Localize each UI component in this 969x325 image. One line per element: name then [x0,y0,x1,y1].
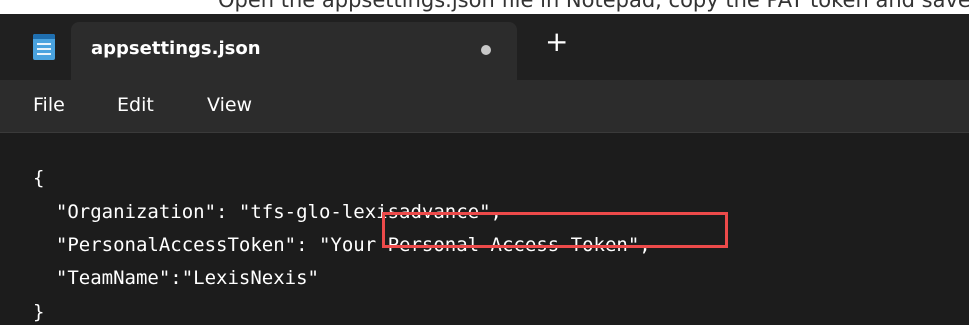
unsaved-dot-icon[interactable] [481,45,491,55]
menu-view[interactable]: View [207,94,252,116]
menu-edit[interactable]: Edit [117,94,154,116]
caption-text: Open the appsettings.json file in Notepa… [218,0,969,12]
menu-bar: File Edit View [0,80,969,132]
code-line: "TeamName":"LexisNexis" [33,267,319,289]
tab-title: appsettings.json [91,38,261,59]
code-line: { [33,167,45,189]
menu-file[interactable]: File [33,94,65,116]
plus-icon[interactable]: + [545,28,568,56]
tab-bar: appsettings.json + [0,14,969,80]
code-line: } [33,301,45,323]
cropped-caption-text: Open the appsettings.json file in Notepa… [0,0,969,14]
notepad-icon [33,34,55,60]
tab-appsettings[interactable]: appsettings.json [71,22,517,80]
red-highlight-box [382,212,728,248]
